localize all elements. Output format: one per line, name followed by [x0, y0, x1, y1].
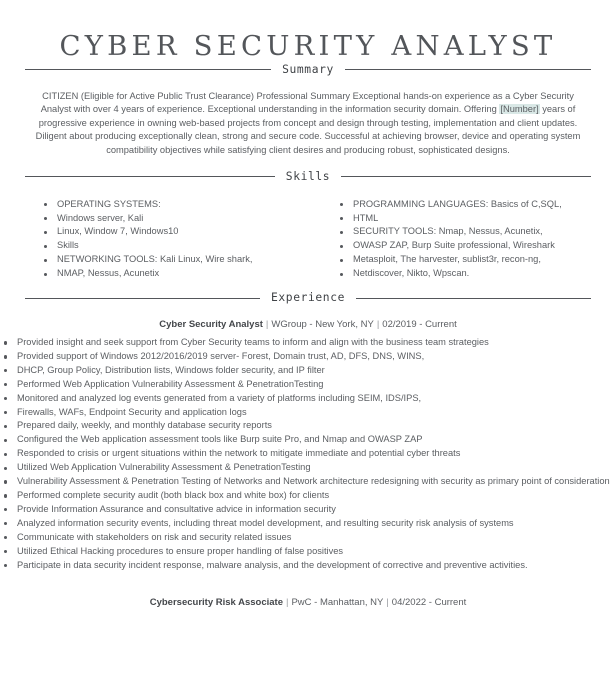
list-item: DHCP, Group Policy, Distribution lists, … — [0, 364, 616, 378]
list-item: OWASP ZAP, Burp Suite professional, Wire… — [336, 239, 592, 253]
resume-page: CYBER SECURITY ANALYST Summary CITIZEN (… — [0, 0, 616, 700]
list-item: Provided insight and seek support from C… — [0, 336, 616, 350]
job-heading: Cyber Security Analyst | WGroup - New York… — [0, 318, 616, 332]
summary-text-before: CITIZEN (Eligible for Active Public Trus… — [40, 90, 574, 115]
section-title-skills: Skills — [285, 169, 331, 183]
rule-left — [25, 176, 275, 178]
list-item: Analyzed information security events, in… — [0, 517, 616, 531]
job-dates: 02/2019 - Current — [382, 319, 457, 331]
page-title: CYBER SECURITY ANALYST — [59, 30, 557, 62]
rule-left — [25, 69, 272, 71]
section-header-experience: Experience — [25, 291, 592, 305]
list-item: Configured the Web application assessmen… — [0, 433, 616, 447]
list-item: Netdiscover, Nikto, Wpscan. — [336, 267, 592, 281]
skills-block: OPERATING SYSTEMS: Windows server, Kali Li… — [0, 198, 616, 281]
skills-list-right: PROGRAMMING LANGUAGES: Basics of C,SQL, H… — [336, 198, 592, 281]
skills-column-left: OPERATING SYSTEMS: Windows server, Kali Li… — [40, 198, 316, 281]
list-item: Skills — [40, 239, 316, 253]
job-separator: | — [376, 319, 380, 331]
list-item: NMAP, Nessus, Acunetix — [40, 267, 316, 281]
job-company-location: WGroup - New York, NY — [271, 319, 374, 331]
section-title-experience: Experience — [271, 291, 346, 305]
list-item: Performed Web Application Vulnerability … — [0, 378, 616, 392]
list-item: Monitored and analyzed log events genera… — [0, 392, 616, 406]
list-item: Metasploit, The harvester, sublist3r, re… — [336, 253, 592, 267]
list-item: Utilized Web Application Vulnerability A… — [0, 461, 616, 475]
job-title: Cybersecurity Risk Associate — [149, 597, 283, 609]
skills-column-right: PROGRAMMING LANGUAGES: Basics of C,SQL, H… — [316, 198, 592, 281]
list-item: Vulnerability Assessment & Penetration T… — [0, 475, 616, 489]
job-bullet-list: Provided insight and seek support from C… — [0, 336, 616, 572]
list-item: HTML — [336, 212, 592, 226]
list-item: Performed complete security audit (both … — [0, 489, 616, 503]
list-item: Provide Information Assurance and consul… — [0, 503, 616, 517]
list-item: Responded to crisis or urgent situations… — [0, 447, 616, 461]
summary-block: CITIZEN (Eligible for Active Public Trus… — [26, 90, 590, 158]
list-item: PROGRAMMING LANGUAGES: Basics of C,SQL, — [336, 198, 592, 212]
job-separator: | — [386, 597, 389, 609]
list-item: OPERATING SYSTEMS: — [40, 198, 316, 212]
list-item: SECURITY TOOLS: Nmap, Nessus, Acunetix, — [336, 225, 592, 239]
section-header-skills: Skills — [25, 169, 592, 184]
list-item: Participate in data security incident re… — [0, 559, 616, 573]
rule-left — [25, 297, 260, 299]
list-item: NETWORKING TOOLS: Kali Linux, Wire shark… — [40, 253, 316, 267]
job-company-location: PwC - Manhattan, NY — [291, 597, 384, 609]
rule-right — [344, 69, 591, 71]
skills-list-left: OPERATING SYSTEMS: Windows server, Kali Li… — [40, 198, 316, 281]
list-item: Communicate with stakeholders on risk an… — [0, 531, 616, 545]
section-header-summary: Summary — [25, 63, 591, 77]
list-item: Firewalls, WAFs, Endpoint Security and a… — [0, 406, 616, 420]
job-dates: 04/2022 - Current — [391, 597, 467, 609]
experience-block: Cyber Security Analyst | WGroup - New York… — [0, 318, 616, 610]
summary-highlight-placeholder: [Number] — [499, 104, 540, 115]
job-title: Cyber Security Analyst — [159, 319, 263, 331]
summary-text: CITIZEN (Eligible for Active Public Trus… — [26, 90, 590, 158]
list-item: Windows server, Kali — [40, 212, 316, 226]
rule-right — [356, 297, 592, 299]
rule-right — [341, 176, 592, 178]
section-title-summary: Summary — [282, 62, 334, 76]
list-item: Utilized Ethical Hacking procedures to e… — [0, 545, 616, 559]
job-heading: Cybersecurity Risk Associate | PwC - Manha… — [0, 596, 616, 610]
list-item: Linux, Window 7, Windows10 — [40, 225, 316, 239]
list-item: Prepared daily, weekly, and monthly data… — [0, 419, 616, 433]
list-item: Provided support of Windows 2012/2016/20… — [0, 350, 616, 364]
